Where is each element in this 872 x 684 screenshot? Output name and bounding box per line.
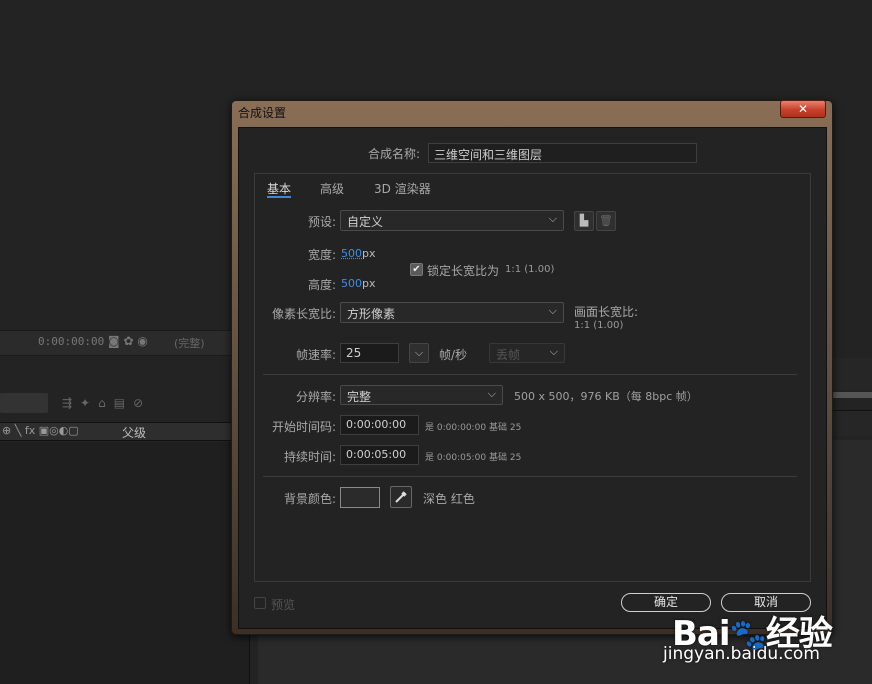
preset-label: 预设:: [307, 215, 336, 229]
frame-rate-input[interactable]: 25: [340, 343, 399, 363]
timecode-readout[interactable]: 0:00:00:00: [38, 335, 104, 348]
comp-name-input[interactable]: 三维空间和三维图层: [428, 143, 697, 163]
preset-dropdown[interactable]: 自定义 ⌵: [340, 210, 564, 231]
resolution-label: 分辨率:: [295, 390, 336, 404]
height-label: 高度:: [307, 278, 336, 292]
chevron-down-icon: ⌵: [549, 345, 558, 358]
lock-aspect-label: 锁定长宽比为: [427, 264, 500, 278]
layer-search-input[interactable]: [0, 393, 48, 413]
close-icon: ✕: [797, 102, 809, 116]
preview-label: 预览: [271, 598, 296, 612]
start-timecode-input[interactable]: 0:00:00:00: [340, 415, 419, 435]
background-color-label: 背景颜色:: [283, 492, 336, 506]
start-timecode-is: 是 0:00:00:00: [425, 423, 487, 433]
width-value[interactable]: 500: [341, 247, 362, 260]
start-timecode-label: 开始时间码:: [271, 420, 336, 434]
drop-frame-dropdown[interactable]: 丢帧 ⌵: [489, 343, 565, 363]
background-color-swatch[interactable]: [340, 487, 380, 508]
duration-base: 基础 25: [489, 453, 522, 463]
resolution-badge[interactable]: (完整): [174, 335, 205, 351]
duration-label: 持续时间:: [283, 450, 336, 464]
eyedropper-button[interactable]: [390, 486, 412, 508]
resolution-value: 完整: [347, 390, 372, 404]
eyedropper-icon: [395, 491, 407, 503]
duration-is: 是 0:00:05:00: [425, 453, 487, 463]
timeline-ruler: [832, 358, 872, 390]
preset-value: 自定义: [347, 215, 384, 229]
tab-advanced[interactable]: 高级: [320, 180, 344, 197]
height-unit: px: [362, 277, 376, 290]
frame-rate-label: 帧速率:: [295, 348, 336, 362]
comp-name-label: 合成名称:: [368, 147, 421, 161]
chevron-down-icon: ⌵: [487, 387, 496, 400]
parent-column-label: 父级: [122, 426, 147, 440]
preview-checkbox[interactable]: [254, 597, 266, 609]
frame-aspect-label: 画面长宽比:: [574, 305, 639, 319]
work-area-bar[interactable]: [832, 392, 872, 398]
resolution-dropdown[interactable]: 完整 ⌵: [340, 385, 503, 405]
frame-aspect-value: 1:1 (1.00): [574, 320, 624, 331]
lock-aspect-ratio: 1:1 (1.00): [505, 264, 555, 275]
timeline-switch-icons[interactable]: ⇶✦⌂▤⊘: [62, 396, 151, 410]
drop-frame-value: 丢帧: [496, 348, 521, 362]
start-timecode-base: 基础 25: [489, 423, 522, 433]
watermark-url: jingyan.baidu.com: [663, 644, 820, 664]
close-button[interactable]: ✕: [780, 100, 826, 118]
delete-preset-icon[interactable]: 🗑: [596, 211, 616, 231]
chevron-down-icon: ⌵: [548, 304, 557, 317]
resolution-info: 500 x 500，976 KB（每 8bpc 帧）: [514, 390, 698, 403]
divider: [263, 374, 797, 375]
background-color-name: 深色 红色: [423, 492, 475, 506]
frame-rate-dropdown[interactable]: ⌵: [409, 343, 429, 363]
frame-rate-unit: 帧/秒: [439, 348, 468, 362]
pixel-aspect-label: 像素长宽比:: [271, 307, 336, 321]
camera-icon[interactable]: ◙ ✿ ◉: [108, 334, 148, 348]
active-tab-indicator: [267, 196, 291, 198]
width-label: 宽度:: [307, 248, 336, 262]
column-switch-icons: ⊕ ╲ fx ▣◎◐▢: [2, 424, 79, 437]
timeline-ruler-lower: [832, 410, 872, 436]
pixel-aspect-dropdown[interactable]: 方形像素 ⌵: [340, 302, 564, 323]
width-unit: px: [362, 247, 376, 260]
height-value[interactable]: 500: [341, 277, 362, 290]
divider: [263, 476, 797, 477]
chevron-down-icon: ⌵: [414, 346, 424, 359]
pixel-aspect-value: 方形像素: [347, 307, 396, 321]
lock-aspect-checkbox[interactable]: ✔: [410, 263, 423, 276]
dialog-title: 合成设置: [238, 106, 287, 120]
settings-panel: [254, 173, 811, 582]
duration-input[interactable]: 0:00:05:00: [340, 445, 419, 465]
tab-3d-renderer[interactable]: 3D 渲染器: [374, 180, 431, 197]
layer-list: [0, 442, 250, 684]
save-preset-icon[interactable]: ▙: [574, 211, 594, 231]
tab-basic[interactable]: 基本: [267, 180, 291, 197]
chevron-down-icon: ⌵: [548, 212, 557, 225]
